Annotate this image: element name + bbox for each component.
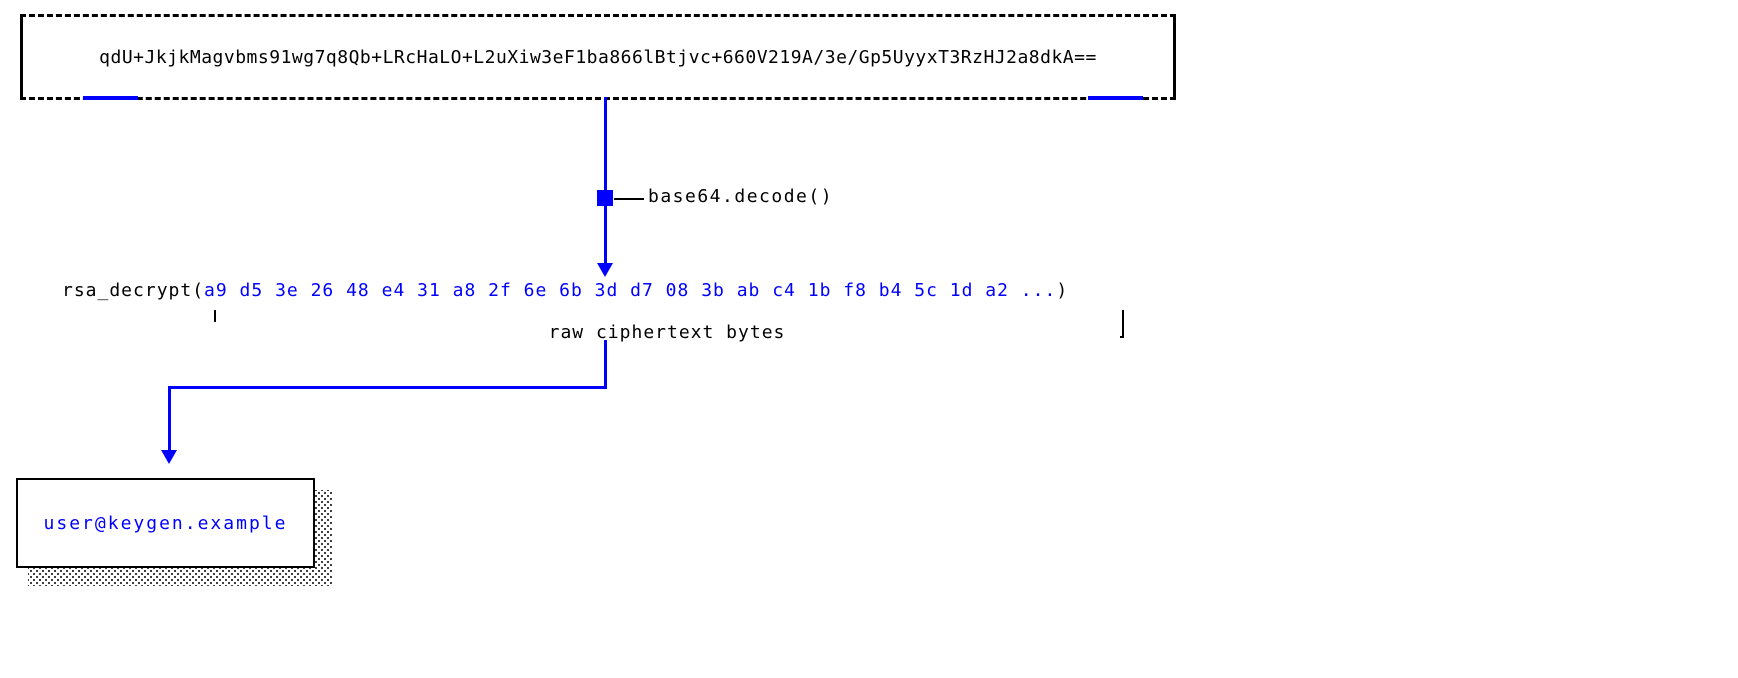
box-accent-left [83,96,138,100]
plaintext-output: user@keygen.example [44,513,288,534]
flow-arrow-2a [604,340,607,388]
flow-arrowhead-1 [597,263,613,277]
box-accent-right [1088,96,1143,100]
rsa-decrypt-call: rsa_decrypt(a9 d5 3e 26 48 e4 31 a8 2f 6… [62,280,1068,301]
cipher-bytes: a9 d5 3e 26 48 e4 31 a8 2f 6e 6b 3d d7 0… [204,280,1056,301]
flow-arrow-1 [604,97,607,267]
rsa-fn-name: rsa_decrypt( [62,280,204,301]
step-label-decode: base64.decode() [648,186,833,207]
flow-arrow-2b [168,386,607,389]
step-tick [614,198,644,200]
plaintext-output-box: user@keygen.example [16,478,315,568]
flow-arrow-2c [168,386,171,454]
rsa-close-paren: ) [1056,280,1068,301]
cipher-bytes-bracket-label-row: raw ciphertext bytes [214,322,1120,343]
flow-arrowhead-2 [161,450,177,464]
base64-string: qdU+JkjkMagvbms91wg7q8Qb+LRcHaLO+L2uXiw3… [99,47,1097,68]
cipher-bytes-bracket-label: raw ciphertext bytes [545,322,790,343]
base64-input-box: qdU+JkjkMagvbms91wg7q8Qb+LRcHaLO+L2uXiw3… [20,14,1176,100]
step-node-icon [597,190,613,206]
